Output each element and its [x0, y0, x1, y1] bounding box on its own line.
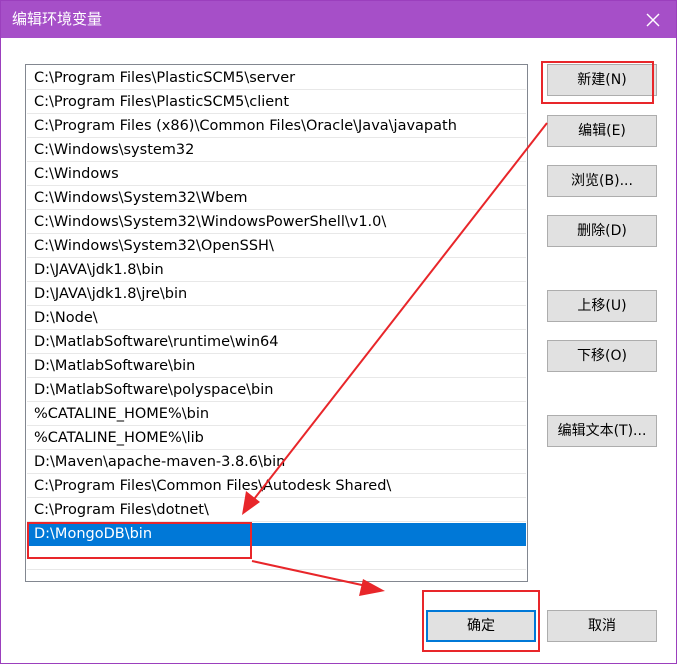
path-listbox[interactable]: C:\Program Files\PlasticSCM5\server C:\Pr…: [25, 64, 528, 582]
list-item[interactable]: C:\Program Files\dotnet\: [27, 499, 526, 522]
ok-button[interactable]: 确定: [426, 610, 536, 642]
list-item-empty[interactable]: [27, 571, 526, 581]
cancel-button[interactable]: 取消: [547, 610, 657, 642]
list-item[interactable]: C:\Program Files (x86)\Common Files\Orac…: [27, 115, 526, 138]
list-item[interactable]: C:\Windows\System32\OpenSSH\: [27, 235, 526, 258]
list-item[interactable]: C:\Windows\System32\WindowsPowerShell\v1…: [27, 211, 526, 234]
list-item[interactable]: D:\Node\: [27, 307, 526, 330]
new-button[interactable]: 新建(N): [547, 64, 657, 96]
list-item[interactable]: D:\JAVA\jdk1.8\bin: [27, 259, 526, 282]
close-button[interactable]: [630, 1, 676, 38]
edit-button[interactable]: 编辑(E): [547, 115, 657, 147]
list-item[interactable]: C:\Program Files\PlasticSCM5\server: [27, 67, 526, 90]
list-item[interactable]: %CATALINE_HOME%\lib: [27, 427, 526, 450]
list-item[interactable]: D:\Maven\apache-maven-3.8.6\bin: [27, 451, 526, 474]
list-item[interactable]: C:\Windows: [27, 163, 526, 186]
list-item[interactable]: %CATALINE_HOME%\bin: [27, 403, 526, 426]
list-item[interactable]: C:\Program Files\Common Files\Autodesk S…: [27, 475, 526, 498]
delete-button[interactable]: 删除(D): [547, 215, 657, 247]
list-item[interactable]: D:\JAVA\jdk1.8\jre\bin: [27, 283, 526, 306]
list-item-empty[interactable]: [27, 547, 526, 570]
move-down-button[interactable]: 下移(O): [547, 340, 657, 372]
list-item[interactable]: D:\MatlabSoftware\polyspace\bin: [27, 379, 526, 402]
move-up-button[interactable]: 上移(U): [547, 290, 657, 322]
browse-button[interactable]: 浏览(B)...: [547, 165, 657, 197]
edit-env-var-dialog: 编辑环境变量 C:\Program Files\PlasticSCM5\serv…: [0, 0, 677, 664]
close-icon: [646, 13, 660, 26]
list-item[interactable]: D:\MatlabSoftware\runtime\win64: [27, 331, 526, 354]
title-bar[interactable]: 编辑环境变量: [1, 1, 676, 38]
window-title: 编辑环境变量: [12, 10, 103, 28]
list-item[interactable]: C:\Windows\System32\Wbem: [27, 187, 526, 210]
list-item[interactable]: C:\Windows\system32: [27, 139, 526, 162]
edit-text-button[interactable]: 编辑文本(T)...: [547, 415, 657, 447]
list-item-selected[interactable]: D:\MongoDB\bin: [27, 523, 526, 546]
list-item[interactable]: D:\MatlabSoftware\bin: [27, 355, 526, 378]
list-item[interactable]: C:\Program Files\PlasticSCM5\client: [27, 91, 526, 114]
